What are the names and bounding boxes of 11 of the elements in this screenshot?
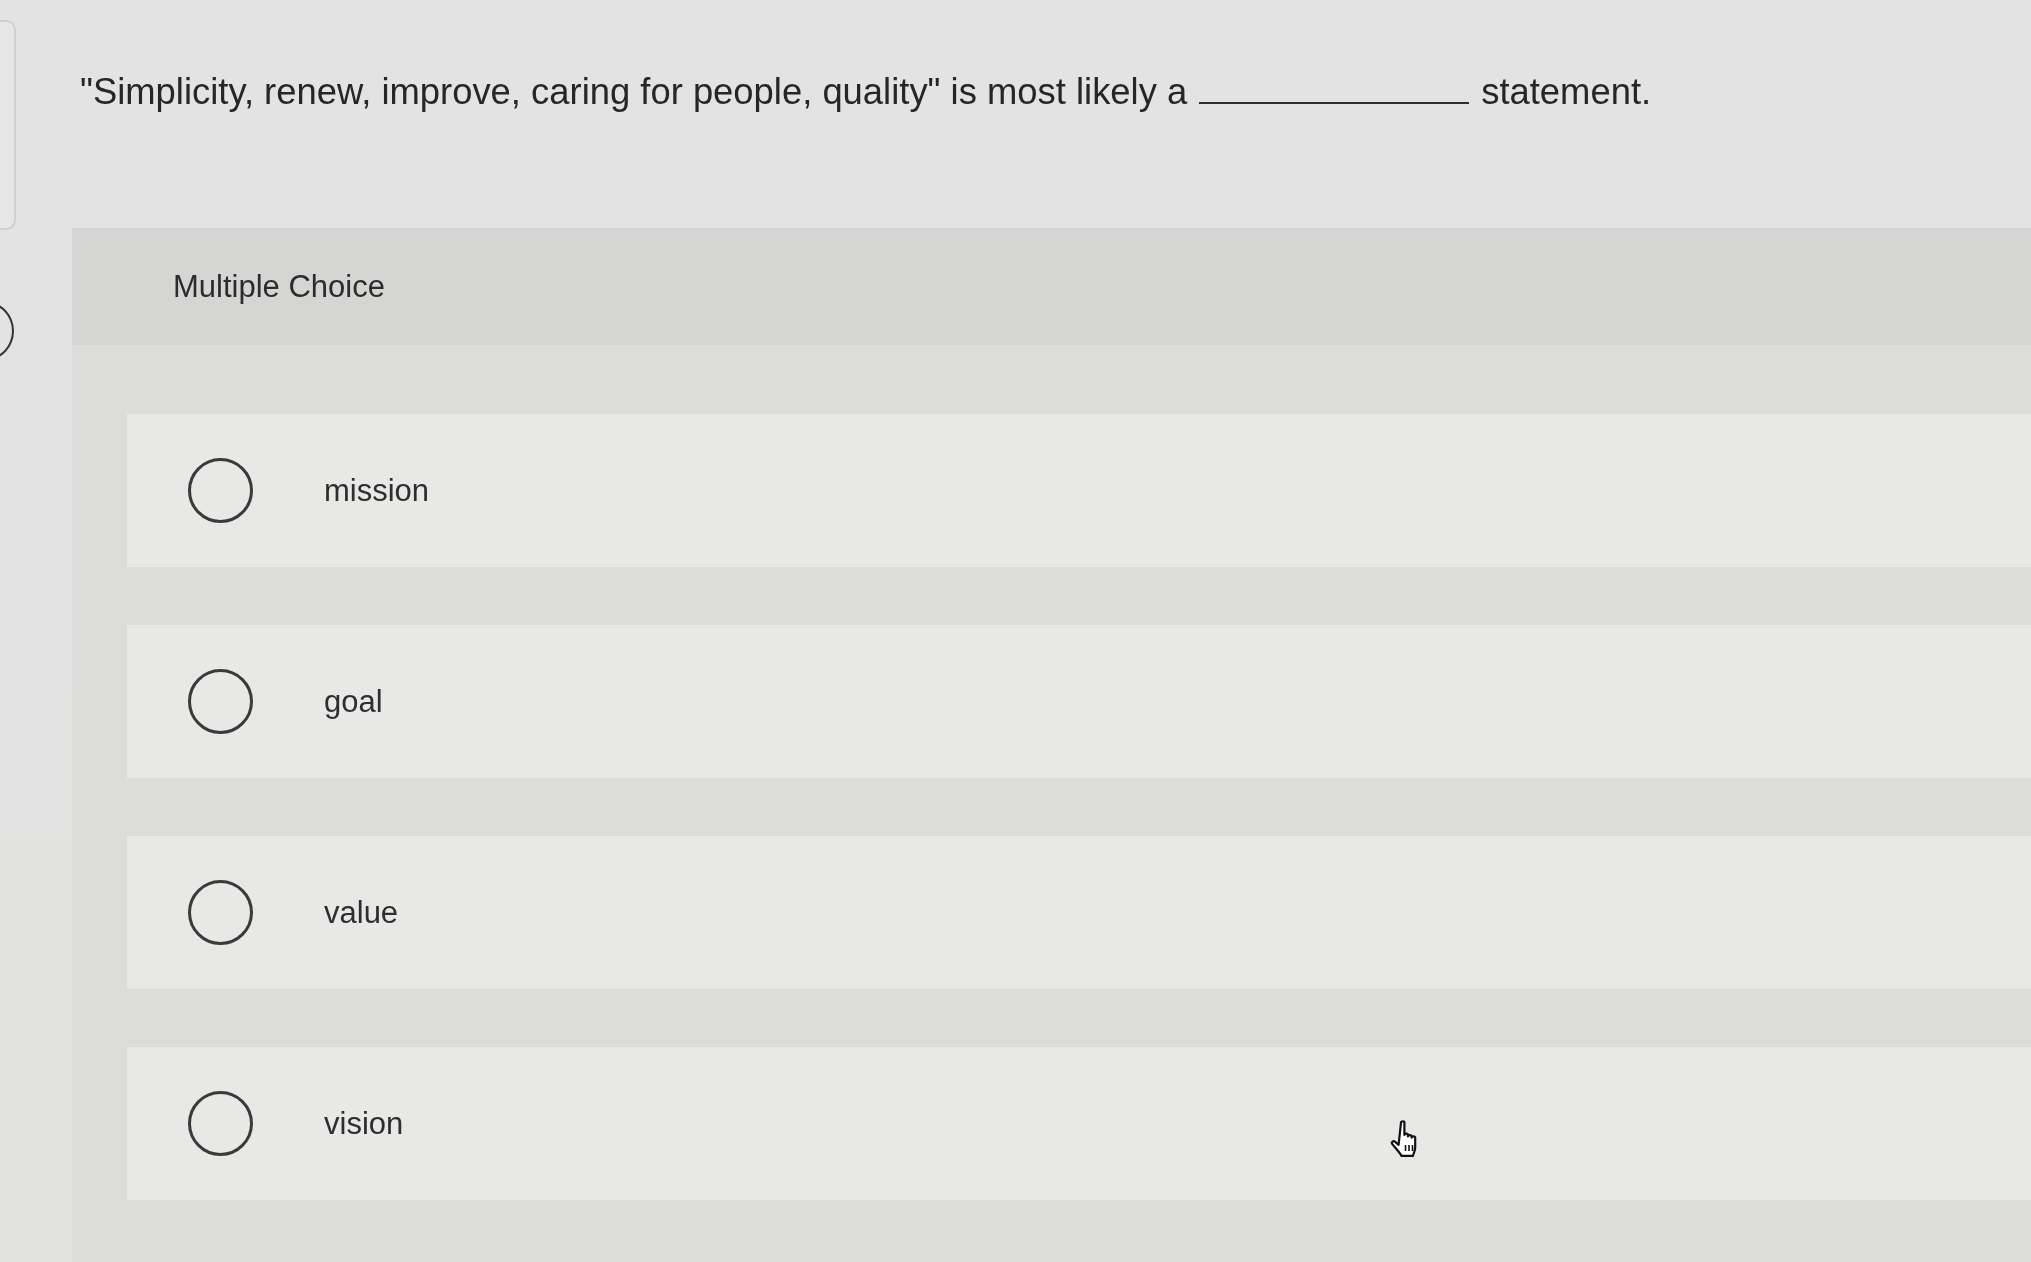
radio-button[interactable] bbox=[188, 880, 253, 945]
option-label: mission bbox=[324, 472, 430, 509]
question-text: "Simplicity, renew, improve, caring for people, quality" is most likely a bbox=[80, 70, 1188, 114]
radio-button[interactable] bbox=[188, 1091, 253, 1156]
question-text: statement. bbox=[1481, 70, 1652, 114]
option-label: vision bbox=[324, 1105, 404, 1142]
radio-button[interactable] bbox=[188, 458, 253, 523]
option-label: goal bbox=[324, 683, 383, 720]
option-label: value bbox=[324, 894, 399, 931]
radio-button[interactable] bbox=[188, 669, 253, 734]
question-type-label: Multiple Choice bbox=[173, 268, 385, 305]
